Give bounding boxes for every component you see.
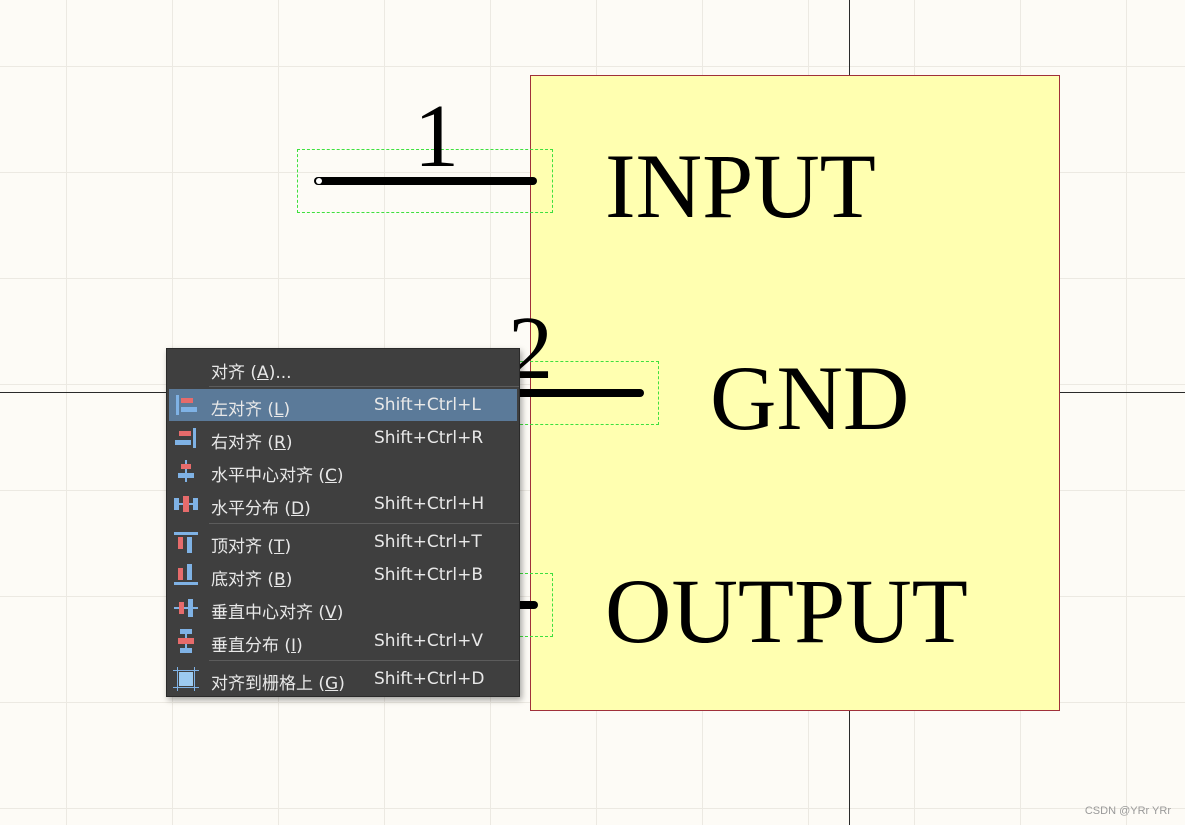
menu-item-align-label: 对齐 ( bbox=[211, 363, 258, 383]
align-to-grid-icon bbox=[173, 667, 199, 691]
menu-item-shortcut: Shift+Ctrl+V bbox=[374, 631, 484, 651]
menu-item-suffix: ) bbox=[336, 466, 344, 486]
menu-item-key: G bbox=[325, 674, 339, 694]
menu-item-label: 右对齐 ( bbox=[211, 433, 275, 453]
align-left-icon bbox=[176, 395, 197, 415]
menu-item-key: D bbox=[291, 499, 305, 519]
menu-item-align-suffix: )... bbox=[268, 363, 292, 383]
distribute-horizontal-icon bbox=[174, 496, 198, 512]
menu-item-shortcut: Shift+Ctrl+L bbox=[374, 395, 481, 415]
menu-item-label: 垂直分布 ( bbox=[211, 636, 292, 656]
menu-item-key: T bbox=[274, 537, 285, 557]
menu-item-label: 顶对齐 ( bbox=[211, 537, 275, 557]
menu-item-shortcut: Shift+Ctrl+H bbox=[374, 494, 485, 514]
distribute-vertical-icon bbox=[178, 629, 194, 653]
menu-item-suffix: ) bbox=[283, 400, 291, 420]
align-vertical-center-icon bbox=[174, 599, 198, 617]
align-right-icon bbox=[175, 428, 196, 448]
pin-1-name: INPUT bbox=[605, 135, 876, 237]
menu-item-key: R bbox=[274, 433, 286, 453]
menu-item-suffix: ) bbox=[296, 636, 303, 656]
menu-item-shortcut: Shift+Ctrl+B bbox=[374, 565, 484, 585]
menu-separator bbox=[209, 523, 519, 524]
menu-item-key: L bbox=[274, 400, 284, 420]
menu-item-suffix: ) bbox=[336, 603, 344, 623]
menu-item-shortcut: Shift+Ctrl+R bbox=[374, 428, 484, 448]
menu-item-key: V bbox=[325, 603, 337, 623]
watermark: CSDN @YRr YRr bbox=[1084, 805, 1171, 817]
menu-item-suffix: ) bbox=[285, 433, 293, 453]
menu-item-key: B bbox=[274, 570, 286, 590]
menu-item-label: 对齐到栅格上 ( bbox=[211, 674, 326, 694]
menu-item-distribute-horizontal[interactable]: 水平分布 (D) Shift+Ctrl+H bbox=[169, 488, 517, 520]
menu-item-suffix: ) bbox=[285, 570, 293, 590]
menu-item-label: 垂直中心对齐 ( bbox=[211, 603, 326, 623]
menu-item-suffix: ) bbox=[304, 499, 311, 519]
menu-separator bbox=[209, 386, 519, 387]
align-top-icon bbox=[174, 532, 198, 553]
menu-item-align-key: A bbox=[257, 363, 269, 383]
menu-item-suffix: ) bbox=[284, 537, 292, 557]
menu-item-align-vertical-center[interactable]: 垂直中心对齐 (V) bbox=[169, 592, 517, 624]
menu-item-label: 水平中心对齐 ( bbox=[211, 466, 326, 486]
menu-item-shortcut: Shift+Ctrl+T bbox=[374, 532, 482, 552]
align-context-menu: 对齐 (A)... 左对齐 (L) Shift+Ctrl+L 右对齐 (R) S… bbox=[166, 348, 520, 697]
menu-item-label: 水平分布 ( bbox=[211, 499, 292, 519]
menu-item-shortcut: Shift+Ctrl+D bbox=[374, 669, 485, 689]
menu-item-align-to-grid[interactable]: 对齐到栅格上 (G) Shift+Ctrl+D bbox=[169, 663, 517, 695]
menu-item-align-bottom[interactable]: 底对齐 (B) Shift+Ctrl+B bbox=[169, 559, 517, 591]
menu-item-align-left[interactable]: 左对齐 (L) Shift+Ctrl+L bbox=[169, 389, 517, 421]
menu-item-align-horizontal-center[interactable]: 水平中心对齐 (C) bbox=[169, 455, 517, 487]
menu-item-label: 底对齐 ( bbox=[211, 570, 275, 590]
menu-item-label: 左对齐 ( bbox=[211, 400, 275, 420]
pin-1-hotspot bbox=[316, 178, 322, 184]
menu-item-key: C bbox=[325, 466, 337, 486]
menu-item-align-right[interactable]: 右对齐 (R) Shift+Ctrl+R bbox=[169, 422, 517, 454]
menu-separator bbox=[209, 660, 519, 661]
menu-item-distribute-vertical[interactable]: 垂直分布 (I) Shift+Ctrl+V bbox=[169, 625, 517, 657]
align-bottom-icon bbox=[174, 564, 198, 585]
menu-item-align[interactable]: 对齐 (A)... bbox=[169, 352, 517, 384]
pin-2-name: GND bbox=[710, 347, 910, 449]
align-horizontal-center-icon bbox=[178, 460, 194, 482]
menu-item-align-top[interactable]: 顶对齐 (T) Shift+Ctrl+T bbox=[169, 526, 517, 558]
pin-1-number: 1 bbox=[414, 87, 459, 186]
menu-item-suffix: ) bbox=[338, 674, 345, 694]
pin-3-name: OUTPUT bbox=[605, 560, 968, 662]
